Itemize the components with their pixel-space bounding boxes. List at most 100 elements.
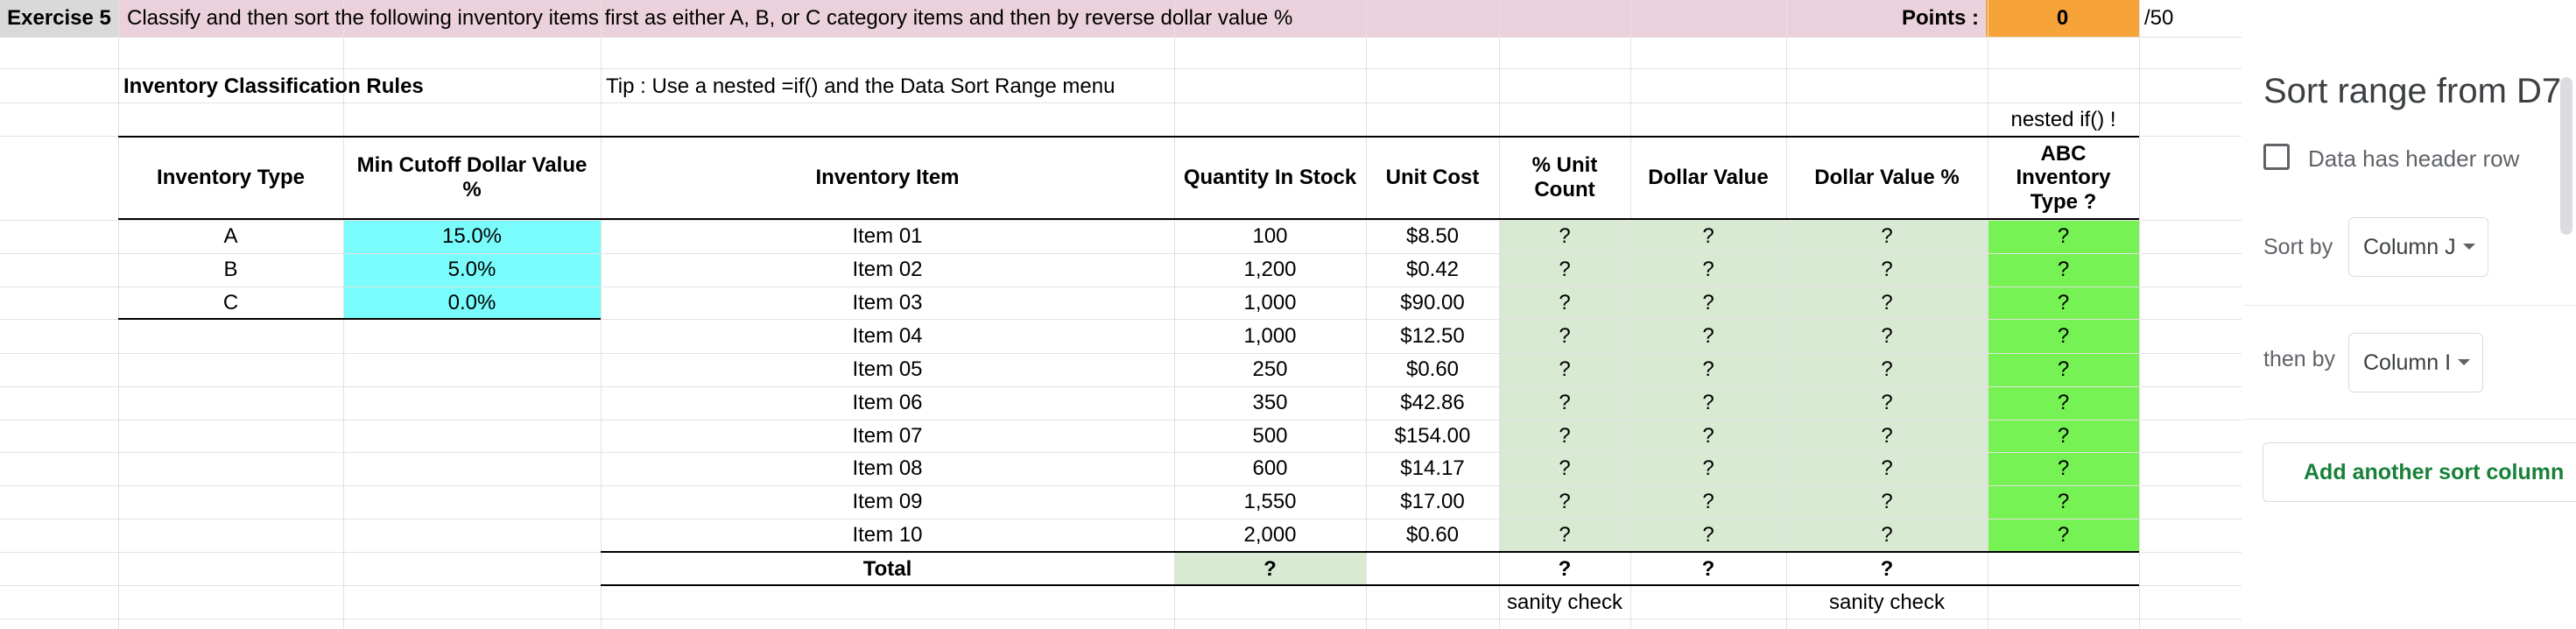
- rule-type[interactable]: A: [118, 220, 343, 253]
- dollar-value-pct-cell[interactable]: ?: [1786, 286, 1988, 319]
- sort-by-dropdown[interactable]: Column J: [2348, 217, 2488, 277]
- spreadsheet-grid[interactable]: Exercise 5 Classify and then sort the fo…: [0, 0, 2242, 629]
- inventory-item-cell[interactable]: Item 01: [601, 220, 1174, 253]
- dollar-value-pct-cell[interactable]: ?: [1786, 519, 1988, 552]
- header-quantity: Quantity In Stock: [1183, 166, 1357, 190]
- panel-scrollbar[interactable]: [2560, 77, 2572, 235]
- unit-cost-cell[interactable]: $17.00: [1366, 485, 1499, 519]
- inventory-item-cell[interactable]: Item 06: [601, 386, 1174, 420]
- quantity-cell[interactable]: 1,550: [1174, 485, 1366, 519]
- pct-unit-count-cell[interactable]: ?: [1499, 220, 1630, 253]
- dollar-value-pct-cell[interactable]: ?: [1786, 420, 1988, 452]
- rule-type[interactable]: B: [118, 253, 343, 286]
- unit-cost-cell[interactable]: $90.00: [1366, 286, 1499, 319]
- unit-cost-cell[interactable]: $0.60: [1366, 353, 1499, 386]
- unit-cost-cell[interactable]: $12.50: [1366, 319, 1499, 353]
- abc-type-cell[interactable]: ?: [1988, 519, 2139, 552]
- abc-type-cell[interactable]: ?: [1988, 353, 2139, 386]
- unit-cost-cell[interactable]: $154.00: [1366, 420, 1499, 452]
- panel-divider: [2243, 419, 2576, 420]
- dollar-value-pct-cell[interactable]: ?: [1786, 386, 1988, 420]
- dollar-value-cell[interactable]: ?: [1630, 319, 1786, 353]
- panel-divider: [2243, 305, 2576, 306]
- abc-type-cell[interactable]: ?: [1988, 485, 2139, 519]
- inventory-item-cell[interactable]: Item 08: [601, 452, 1174, 485]
- dollar-value-pct-cell[interactable]: ?: [1786, 220, 1988, 253]
- unit-cost-cell[interactable]: $8.50: [1366, 220, 1499, 253]
- pct-unit-count-cell[interactable]: ?: [1499, 420, 1630, 452]
- rule-type[interactable]: C: [118, 286, 343, 319]
- dollar-value-cell[interactable]: ?: [1630, 452, 1786, 485]
- dollar-value-cell[interactable]: ?: [1630, 220, 1786, 253]
- dollar-value-cell[interactable]: ?: [1630, 420, 1786, 452]
- header-min-cutoff: Min Cutoff Dollar Value %: [356, 153, 588, 201]
- total-pct-count[interactable]: ?: [1499, 553, 1630, 585]
- header-pct-unit-count: % Unit Count: [1531, 153, 1598, 201]
- header-dollar-value-pct: Dollar Value %: [1814, 166, 1960, 190]
- dollar-value-pct-cell[interactable]: ?: [1786, 253, 1988, 286]
- dollar-value-cell[interactable]: ?: [1630, 386, 1786, 420]
- inventory-item-cell[interactable]: Item 04: [601, 319, 1174, 353]
- total-dollar-pct[interactable]: ?: [1786, 553, 1988, 585]
- inventory-item-cell[interactable]: Item 02: [601, 253, 1174, 286]
- abc-type-cell[interactable]: ?: [1988, 220, 2139, 253]
- sort-panel-title: Sort range from D7: [2263, 72, 2562, 110]
- dollar-value-pct-cell[interactable]: ?: [1786, 452, 1988, 485]
- quantity-cell[interactable]: 2,000: [1174, 519, 1366, 552]
- chevron-down-icon: [2458, 359, 2470, 365]
- quantity-cell[interactable]: 600: [1174, 452, 1366, 485]
- inventory-item-cell[interactable]: Item 03: [601, 286, 1174, 319]
- quantity-cell[interactable]: 100: [1174, 220, 1366, 253]
- header-row-checkbox[interactable]: [2263, 144, 2290, 170]
- pct-unit-count-cell[interactable]: ?: [1499, 452, 1630, 485]
- points-value[interactable]: 0: [1986, 0, 2139, 37]
- exercise-label: Exercise 5: [7, 6, 111, 31]
- total-dollar[interactable]: ?: [1630, 553, 1786, 585]
- nested-if-note: nested if() !: [2010, 108, 2116, 132]
- rule-cutoff[interactable]: 5.0%: [343, 253, 601, 286]
- dollar-value-cell[interactable]: ?: [1630, 485, 1786, 519]
- rule-cutoff[interactable]: 0.0%: [343, 286, 601, 319]
- header-dollar-value: Dollar Value: [1648, 166, 1769, 190]
- add-sort-column-button[interactable]: Add another sort column: [2263, 442, 2576, 502]
- abc-type-cell[interactable]: ?: [1988, 286, 2139, 319]
- abc-type-cell[interactable]: ?: [1988, 452, 2139, 485]
- pct-unit-count-cell[interactable]: ?: [1499, 319, 1630, 353]
- quantity-cell[interactable]: 250: [1174, 353, 1366, 386]
- quantity-cell[interactable]: 1,200: [1174, 253, 1366, 286]
- unit-cost-cell[interactable]: $0.42: [1366, 253, 1499, 286]
- inventory-item-cell[interactable]: Item 05: [601, 353, 1174, 386]
- pct-unit-count-cell[interactable]: ?: [1499, 519, 1630, 552]
- pct-unit-count-cell[interactable]: ?: [1499, 253, 1630, 286]
- dollar-value-cell[interactable]: ?: [1630, 253, 1786, 286]
- quantity-cell[interactable]: 350: [1174, 386, 1366, 420]
- pct-unit-count-cell[interactable]: ?: [1499, 286, 1630, 319]
- then-by-label: then by: [2263, 347, 2336, 371]
- inventory-item-cell[interactable]: Item 10: [601, 519, 1174, 552]
- dollar-value-cell[interactable]: ?: [1630, 286, 1786, 319]
- unit-cost-cell[interactable]: $0.60: [1366, 519, 1499, 552]
- abc-type-cell[interactable]: ?: [1988, 386, 2139, 420]
- dollar-value-pct-cell[interactable]: ?: [1786, 319, 1988, 353]
- abc-type-cell[interactable]: ?: [1988, 253, 2139, 286]
- quantity-cell[interactable]: 500: [1174, 420, 1366, 452]
- pct-unit-count-cell[interactable]: ?: [1499, 386, 1630, 420]
- unit-cost-cell[interactable]: $42.86: [1366, 386, 1499, 420]
- pct-unit-count-cell[interactable]: ?: [1499, 353, 1630, 386]
- rule-cutoff[interactable]: 15.0%: [343, 220, 601, 253]
- dollar-value-pct-cell[interactable]: ?: [1786, 353, 1988, 386]
- pct-unit-count-cell[interactable]: ?: [1499, 485, 1630, 519]
- abc-type-cell[interactable]: ?: [1988, 319, 2139, 353]
- inventory-item-cell[interactable]: Item 09: [601, 485, 1174, 519]
- inventory-item-cell[interactable]: Item 07: [601, 420, 1174, 452]
- then-by-dropdown[interactable]: Column I: [2348, 333, 2483, 392]
- abc-type-cell[interactable]: ?: [1988, 420, 2139, 452]
- quantity-cell[interactable]: 1,000: [1174, 286, 1366, 319]
- dollar-value-cell[interactable]: ?: [1630, 353, 1786, 386]
- add-sort-column-label: Add another sort column: [2304, 459, 2565, 484]
- total-qty[interactable]: ?: [1174, 553, 1366, 585]
- dollar-value-cell[interactable]: ?: [1630, 519, 1786, 552]
- dollar-value-pct-cell[interactable]: ?: [1786, 485, 1988, 519]
- unit-cost-cell[interactable]: $14.17: [1366, 452, 1499, 485]
- quantity-cell[interactable]: 1,000: [1174, 319, 1366, 353]
